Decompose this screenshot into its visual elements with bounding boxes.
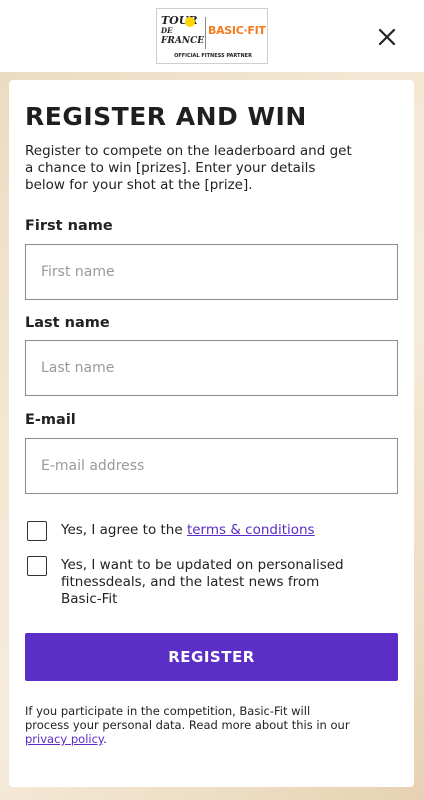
- tour-de-france-basic-fit-logo: TOUR DE FRANCE BASIC·FIT OFFICIAL FITNES…: [156, 8, 268, 64]
- updates-text: Yes, I want to be updated on personalise…: [61, 557, 344, 607]
- first-name-input[interactable]: [25, 244, 398, 300]
- first-name-label: First name: [25, 218, 113, 234]
- basic-fit-logo: BASIC·FIT: [208, 24, 266, 37]
- register-button[interactable]: REGISTER: [25, 633, 398, 681]
- close-icon: [378, 28, 396, 46]
- terms-prefix: Yes, I agree to the: [61, 522, 187, 538]
- email-label: E-mail: [25, 412, 76, 428]
- tour-de-france-logo: TOUR DE FRANCE: [161, 15, 205, 49]
- header: TOUR DE FRANCE BASIC·FIT OFFICIAL FITNES…: [0, 0, 424, 72]
- logo-divider: [205, 17, 206, 49]
- email-input[interactable]: [25, 438, 398, 494]
- terms-link[interactable]: terms & conditions: [187, 522, 315, 538]
- last-name-input[interactable]: [25, 340, 398, 396]
- close-button[interactable]: [376, 26, 398, 48]
- logo-tdf-line-2: DE: [161, 26, 173, 35]
- yellow-sun-icon: [185, 17, 195, 27]
- footnote-suffix: .: [103, 732, 107, 746]
- footnote-text: If you participate in the competition, B…: [25, 704, 350, 732]
- privacy-policy-link[interactable]: privacy policy: [25, 732, 103, 746]
- updates-checkbox[interactable]: [27, 556, 47, 576]
- logo-tdf-line-3: FRANCE: [161, 36, 205, 46]
- last-name-label: Last name: [25, 315, 110, 331]
- page-title: REGISTER AND WIN: [25, 102, 307, 131]
- terms-checkbox[interactable]: [27, 521, 47, 541]
- official-partner-text: OFFICIAL FITNESS PARTNER: [174, 53, 252, 59]
- privacy-footnote: If you participate in the competition, B…: [25, 704, 355, 746]
- terms-text: Yes, I agree to the terms & conditions: [61, 522, 361, 539]
- register-card: REGISTER AND WIN Register to compete on …: [9, 80, 414, 787]
- intro-text: Register to compete on the leaderboard a…: [25, 143, 352, 193]
